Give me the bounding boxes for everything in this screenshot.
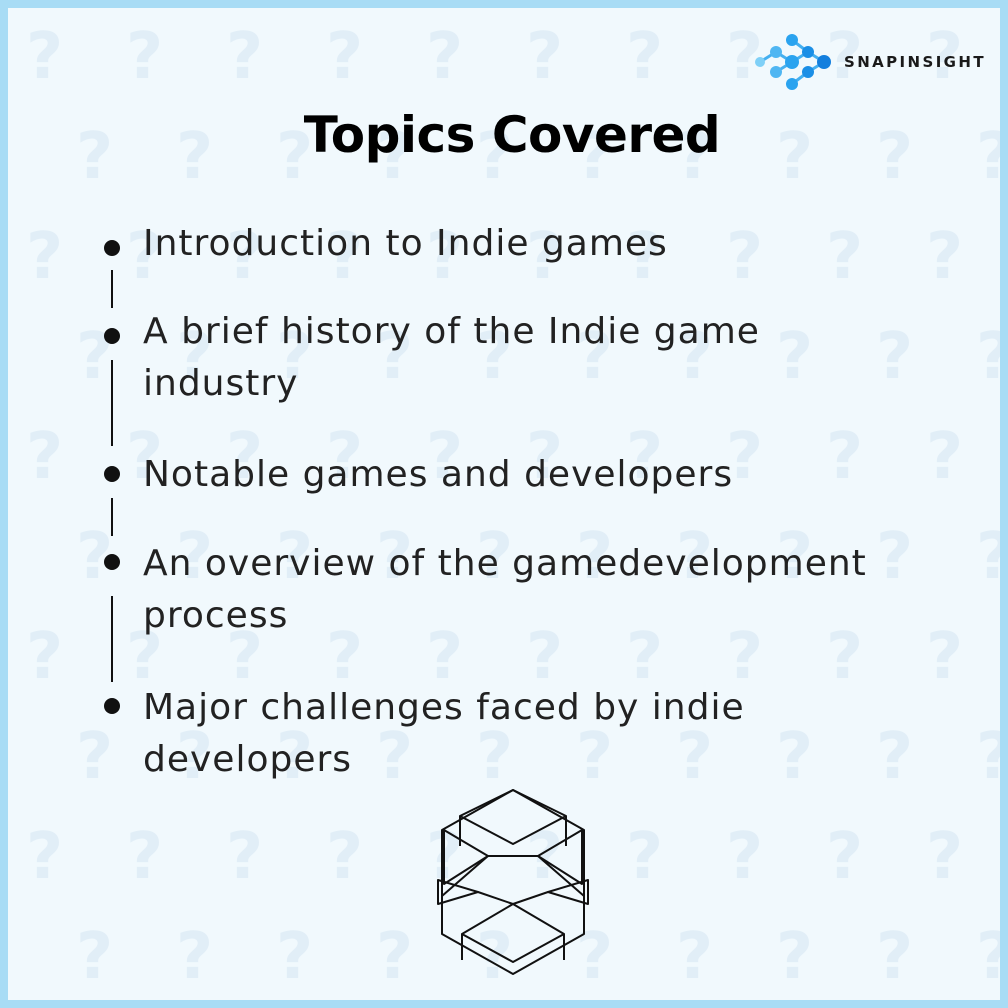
question-mark-icon: ? <box>526 20 563 94</box>
question-mark-icon: ? <box>426 20 463 94</box>
timeline-connector <box>111 596 113 682</box>
bullet-dot <box>104 240 120 256</box>
question-mark-icon: ? <box>926 820 963 894</box>
question-mark-icon: ? <box>626 820 663 894</box>
bullet-dot <box>104 554 120 570</box>
timeline-connector <box>111 270 113 308</box>
question-mark-icon: ? <box>976 920 1008 994</box>
topic-item: Introduction to Indie games <box>143 218 983 270</box>
question-mark-icon: ? <box>26 420 63 494</box>
topic-line: process <box>143 595 289 636</box>
brand-logo: SNAPINSIGHT <box>752 30 986 94</box>
topic-item: A brief history of the Indie game indust… <box>143 306 983 410</box>
topic-line: Notable games and developers <box>143 454 734 495</box>
question-mark-icon: ? <box>26 620 63 694</box>
question-mark-icon: ? <box>776 920 813 994</box>
page-title: Topics Covered <box>303 106 721 164</box>
topic-line: Introduction to Indie games <box>143 223 668 264</box>
topic-line: An overview of the gamedevelopment <box>143 543 867 584</box>
question-mark-icon: ? <box>676 920 713 994</box>
topic-item: Major challenges faced by indie develope… <box>143 682 983 786</box>
question-mark-icon: ? <box>376 920 413 994</box>
question-mark-icon: ? <box>26 220 63 294</box>
topic-line: industry <box>143 363 299 404</box>
bullet-dot <box>104 328 120 344</box>
bullet-dot <box>104 466 120 482</box>
timeline-connector <box>111 498 113 536</box>
topic-line: A brief history of the Indie game <box>143 311 760 352</box>
question-mark-icon: ? <box>26 820 63 894</box>
geometric-hexagon-icon <box>437 789 589 975</box>
bullet-dot <box>104 698 120 714</box>
question-mark-icon: ? <box>226 20 263 94</box>
question-mark-icon: ? <box>126 820 163 894</box>
question-mark-icon: ? <box>276 920 313 994</box>
question-mark-icon: ? <box>626 20 663 94</box>
timeline-connector <box>111 360 113 446</box>
question-mark-icon: ? <box>76 920 113 994</box>
question-mark-icon: ? <box>326 20 363 94</box>
topic-item: An overview of the gamedevelopment proce… <box>143 538 983 642</box>
question-mark-icon: ? <box>326 820 363 894</box>
question-mark-icon: ? <box>26 20 63 94</box>
topic-item: Notable games and developers <box>143 449 983 501</box>
question-mark-icon: ? <box>76 720 113 794</box>
question-mark-icon: ? <box>726 820 763 894</box>
question-mark-icon: ? <box>876 920 913 994</box>
question-mark-icon: ? <box>826 820 863 894</box>
topic-line: Major challenges faced by indie <box>143 687 745 728</box>
brand-name: SNAPINSIGHT <box>844 53 986 71</box>
question-mark-icon: ? <box>226 820 263 894</box>
slide-frame: ????????????????????????????????????????… <box>0 0 1008 1008</box>
molecule-dots-icon <box>755 34 831 90</box>
topic-line: developers <box>143 739 353 780</box>
question-mark-icon: ? <box>176 920 213 994</box>
question-mark-icon: ? <box>126 20 163 94</box>
